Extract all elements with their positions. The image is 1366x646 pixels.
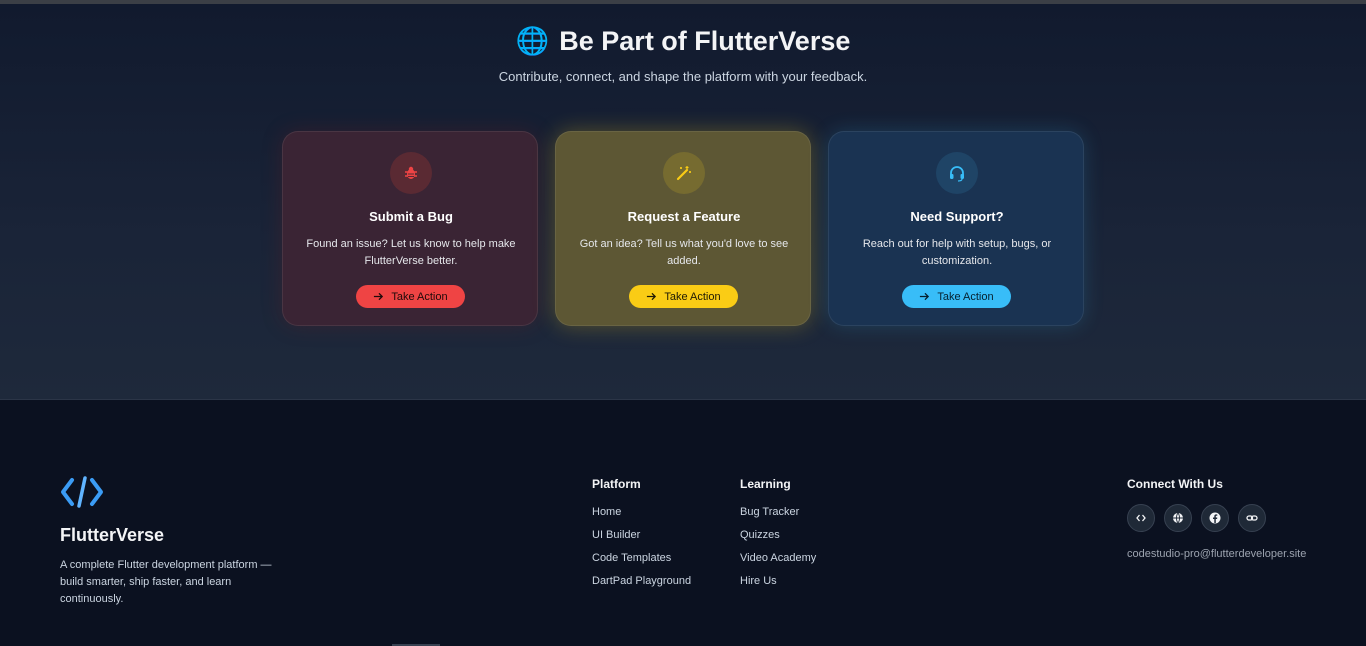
footer-link-ui-builder[interactable]: UI Builder xyxy=(592,528,691,542)
button-label: Take Action xyxy=(664,290,721,303)
code-icon[interactable] xyxy=(1127,504,1155,532)
section-title-text: Be Part of FlutterVerse xyxy=(559,26,851,56)
submit-bug-card: Submit a Bug Found an issue? Let us know… xyxy=(282,131,538,326)
card-title: Submit a Bug xyxy=(369,209,453,224)
footer-link-hire-us[interactable]: Hire Us xyxy=(740,574,816,588)
footer-link-home[interactable]: Home xyxy=(592,505,691,519)
headset-icon xyxy=(936,152,978,194)
bug-icon xyxy=(390,152,432,194)
card-title: Request a Feature xyxy=(627,209,741,224)
platform-title: Platform xyxy=(592,477,641,491)
globe-icon: 🌐 xyxy=(515,26,550,56)
link-icon[interactable] xyxy=(1238,504,1266,532)
footer-link-code-templates[interactable]: Code Templates xyxy=(592,551,691,565)
submit-bug-button[interactable]: Take Action xyxy=(356,285,465,308)
arrow-right-icon xyxy=(374,292,384,301)
card-description: Got an idea? Tell us what you'd love to … xyxy=(579,238,789,267)
footer-link-video-academy[interactable]: Video Academy xyxy=(740,551,816,565)
connect-title: Connect With Us xyxy=(1127,477,1223,491)
need-support-card: Need Support? Reach out for help with se… xyxy=(828,131,1084,326)
facebook-icon[interactable] xyxy=(1201,504,1229,532)
request-feature-button[interactable]: Take Action xyxy=(629,285,738,308)
platform-links: Platform Home UI Builder Code Templates … xyxy=(592,477,691,597)
section-title: 🌐 Be Part of FlutterVerse xyxy=(0,26,1366,57)
learning-links: Learning Bug Tracker Quizzes Video Acade… xyxy=(740,477,816,597)
button-label: Take Action xyxy=(937,290,994,303)
card-title: Need Support? xyxy=(910,209,1004,224)
globe-icon[interactable] xyxy=(1164,504,1192,532)
need-support-button[interactable]: Take Action xyxy=(902,285,1011,308)
arrow-right-icon xyxy=(920,292,930,301)
arrow-right-icon xyxy=(647,292,657,301)
footer-link-dartpad-playground[interactable]: DartPad Playground xyxy=(592,574,691,588)
footer-link-bug-tracker[interactable]: Bug Tracker xyxy=(740,505,816,519)
button-label: Take Action xyxy=(391,290,448,303)
request-feature-card: Request a Feature Got an idea? Tell us w… xyxy=(555,131,811,326)
card-description: Found an issue? Let us know to help make… xyxy=(306,238,516,267)
section-subtitle: Contribute, connect, and shape the platf… xyxy=(498,69,868,84)
site-footer: FlutterVerse A complete Flutter developm… xyxy=(0,401,1366,646)
learning-title: Learning xyxy=(740,477,791,491)
community-section: 🌐 Be Part of FlutterVerse Contribute, co… xyxy=(0,4,1366,400)
social-links xyxy=(1127,504,1266,532)
footer-link-quizzes[interactable]: Quizzes xyxy=(740,528,816,542)
footer-brand: FlutterVerse xyxy=(60,525,165,545)
code-brackets-logo-icon[interactable] xyxy=(60,475,104,514)
magic-wand-icon xyxy=(663,152,705,194)
footer-description: A complete Flutter development platform … xyxy=(60,559,272,605)
card-description: Reach out for help with setup, bugs, or … xyxy=(862,238,1052,267)
contact-email[interactable]: codestudio-pro@flutterdeveloper.site xyxy=(1127,548,1306,560)
